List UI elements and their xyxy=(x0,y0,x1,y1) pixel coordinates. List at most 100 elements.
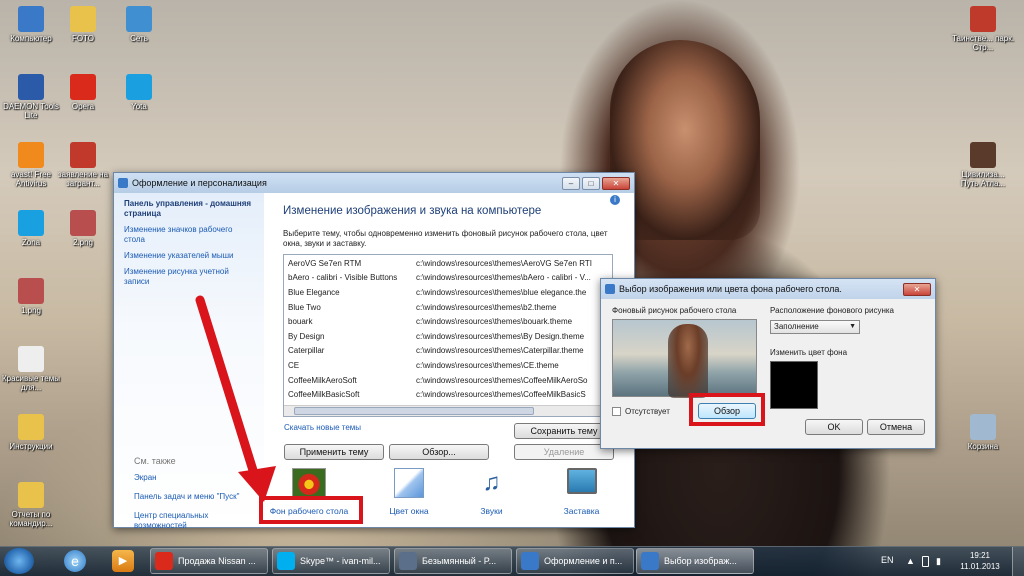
desktop-icon[interactable]: FOTO xyxy=(52,6,114,43)
dialog-title: Выбор изображения или цвета фона рабочег… xyxy=(619,284,842,294)
taskbar-app-icon xyxy=(521,552,539,570)
cancel-button[interactable]: Отмена xyxy=(867,419,925,435)
desktop-icon[interactable]: Сеть xyxy=(108,6,170,43)
personalization-titlebar[interactable]: Оформление и персонализация – □ ✕ xyxy=(114,173,634,193)
position-select[interactable]: Заполнение ▼ xyxy=(770,320,860,334)
theme-name: bAero - calibri - Visible Buttons xyxy=(288,273,398,283)
taskbar-app-icon xyxy=(399,552,417,570)
tray-battery-icon[interactable] xyxy=(922,556,929,567)
window-color-icon xyxy=(394,468,424,498)
theme-row[interactable]: CoffeeMilkBasicSoft c:\windows\resources\… xyxy=(284,387,612,402)
theme-name: AeroVG Se7en RTM xyxy=(288,258,362,268)
start-button[interactable] xyxy=(4,548,34,574)
desktop-app-icon xyxy=(126,74,152,100)
window-color-item[interactable]: Цвет окна xyxy=(374,468,444,516)
maximize-button[interactable]: □ xyxy=(582,176,600,190)
taskbar-item[interactable]: Продажа Nissan ... xyxy=(150,548,268,574)
taskbar-item-label: Продажа Nissan ... xyxy=(178,556,256,566)
sidebar-link[interactable]: Изменение значков рабочего стола xyxy=(124,225,254,245)
background-color-swatch[interactable] xyxy=(770,361,818,409)
sounds-item[interactable]: ♫ Звуки xyxy=(459,468,524,516)
desktop-icon[interactable]: Инструкции xyxy=(0,414,62,451)
theme-name: CoffeeMilkAeroSoft xyxy=(288,375,357,385)
personalization-description: Выберите тему, чтобы одновременно измени… xyxy=(283,229,608,248)
taskbar-item[interactable]: Выбор изображ... xyxy=(636,548,754,574)
theme-row[interactable]: CoffeeMilkAeroSoft c:\windows\resources\t… xyxy=(284,373,612,388)
sounds-music-icon: ♫ xyxy=(482,469,501,496)
download-themes-link[interactable]: Скачать новые темы xyxy=(284,423,361,432)
minimize-button[interactable]: – xyxy=(562,176,580,190)
language-indicator[interactable]: EN xyxy=(881,555,894,565)
desktop-app-icon xyxy=(970,142,996,168)
desktop-icon[interactable]: Opera xyxy=(52,74,114,111)
theme-name: By Design xyxy=(288,331,325,341)
desktop-icon[interactable]: заявление на загрант... xyxy=(52,142,114,188)
screensaver-monitor-icon xyxy=(566,468,597,494)
desktop-app-icon xyxy=(18,74,44,100)
theme-list-hscrollbar[interactable] xyxy=(284,405,612,416)
sidebar-link[interactable]: Панель управления - домашняя страница xyxy=(124,199,254,219)
ie-icon[interactable]: e xyxy=(64,550,86,572)
desktop-app-icon xyxy=(70,74,96,100)
wallpaper-label: Фоновый рисунок рабочего стола xyxy=(612,306,737,315)
theme-path: c:\windows\resources\themes\b2.theme xyxy=(416,302,557,312)
absent-checkbox[interactable] xyxy=(612,407,621,416)
taskbar-item[interactable]: Оформление и п... xyxy=(516,548,634,574)
sounds-label: Звуки xyxy=(480,506,503,516)
theme-row[interactable]: bouark c:\windows\resources\themes\bouark… xyxy=(284,314,612,329)
desktop-app-icon xyxy=(70,210,96,236)
desktop-icon[interactable]: Yota xyxy=(108,74,170,111)
window-title: Оформление и персонализация xyxy=(132,178,267,188)
media-player-icon[interactable]: ▶ xyxy=(112,550,134,572)
sidebar-link[interactable]: Изменение указателей мыши xyxy=(124,251,254,261)
desktop-icon[interactable]: Отчеты по командир... xyxy=(0,482,62,528)
theme-row[interactable]: By Design c:\windows\resources\themes\By … xyxy=(284,329,612,344)
clock[interactable]: 19:21 11.01.2013 xyxy=(960,550,1000,572)
desktop-icon[interactable]: Таинстве... парк. Стр... xyxy=(952,6,1014,52)
desktop-app-icon xyxy=(18,346,44,372)
tray-flag-icon[interactable]: ▲ xyxy=(906,556,915,566)
ok-button[interactable]: OK xyxy=(805,419,863,435)
personalization-heading: Изменение изображения и звука на компьют… xyxy=(283,205,542,217)
theme-list[interactable]: AeroVG Se7en RTM c:\windows\resources\the… xyxy=(283,254,613,417)
apply-theme-button[interactable]: Применить тему xyxy=(284,444,384,460)
close-button[interactable]: ✕ xyxy=(602,176,630,190)
theme-path: c:\windows\resources\themes\Caterpillar.… xyxy=(416,346,584,356)
show-desktop-button[interactable] xyxy=(1012,547,1024,576)
sidebar-link[interactable]: Изменение рисунка учетной записи xyxy=(124,267,254,287)
theme-row[interactable]: Blue Two c:\windows\resources\themes\b2.t… xyxy=(284,300,612,315)
screensaver-item[interactable]: Заставка xyxy=(549,468,614,516)
delete-theme-button[interactable]: Удаление xyxy=(514,444,614,460)
tray-network-icon[interactable]: ▮ xyxy=(936,556,941,567)
taskbar-app-icon xyxy=(641,552,659,570)
save-theme-button[interactable]: Сохранить тему xyxy=(514,423,614,439)
wallpaper-dialog: Выбор изображения или цвета фона рабочег… xyxy=(600,278,936,449)
desktop-icon-label: Красивые темы для... xyxy=(2,374,60,392)
desktop-app-icon xyxy=(18,414,44,440)
browse-theme-button[interactable]: Обзор... xyxy=(389,444,489,460)
theme-row[interactable]: CE c:\windows\resources\themes\CE.theme xyxy=(284,358,612,373)
desktop-icon[interactable]: 2.png xyxy=(52,210,114,247)
scroll-thumb[interactable] xyxy=(294,407,534,415)
desktop-app-icon xyxy=(70,142,96,168)
help-icon[interactable]: i xyxy=(610,195,620,205)
theme-row[interactable]: Caterpillar c:\windows\resources\themes\C… xyxy=(284,344,612,359)
taskbar-item[interactable]: Безымянный - P... xyxy=(394,548,512,574)
theme-row[interactable]: AeroVG Se7en RTM c:\windows\resources\the… xyxy=(284,256,612,271)
wallpaper-dialog-titlebar[interactable]: Выбор изображения или цвета фона рабочег… xyxy=(601,279,935,299)
see-also-link[interactable]: Центр специальных возможностей xyxy=(134,511,259,531)
desktop-icon[interactable]: 1.png xyxy=(0,278,62,315)
theme-row[interactable]: Blue Elegance c:\windows\resources\themes… xyxy=(284,285,612,300)
theme-row[interactable]: bAero - calibri - Visible Buttons c:\wind… xyxy=(284,271,612,286)
wallpaper-preview xyxy=(612,319,757,398)
desktop-icon-label: Opera xyxy=(71,102,95,111)
taskbar-item[interactable]: Skype™ - ivan-mil... xyxy=(272,548,390,574)
red-arrow-annotation xyxy=(195,295,276,502)
desktop-icon[interactable]: Красивые темы для... xyxy=(0,346,62,392)
position-label: Расположение фонового рисунка xyxy=(770,306,894,315)
desktop-icon-label: Корзина xyxy=(967,442,999,451)
dialog-close-button[interactable]: ✕ xyxy=(903,282,931,296)
taskbar-item-label: Безымянный - P... xyxy=(422,556,497,566)
desktop-icon[interactable]: Корзина xyxy=(952,414,1014,451)
desktop-icon[interactable]: Цивилиза... Путь Атла... xyxy=(952,142,1014,188)
